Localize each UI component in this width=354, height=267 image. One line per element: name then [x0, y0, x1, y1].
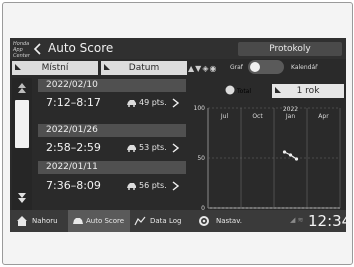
page-title: Auto Score: [48, 41, 114, 55]
score-chart: 100500Jul Oct2022Jan Apr: [194, 105, 341, 212]
car-icon: [127, 183, 136, 190]
x-tick-label: 2022: [283, 106, 298, 113]
nav-home[interactable]: Nahoru: [10, 210, 66, 232]
clock: 12:34: [308, 212, 346, 230]
sort-date-button[interactable]: Datum: [101, 61, 187, 75]
car-icon: [73, 218, 83, 224]
x-tick-label: Jul: [220, 113, 229, 120]
entry-points: 53 pts.: [139, 143, 167, 152]
score-point: [288, 153, 293, 157]
entry-points: 56 pts.: [139, 181, 167, 190]
home-icon: [17, 216, 27, 226]
list-item[interactable]: 2:58–2:59 53 pts.: [38, 139, 186, 157]
x-tick-label: Jan: [285, 113, 295, 120]
y-tick-label: 50: [197, 155, 205, 162]
signal-wifi-icons: ◢ ≋: [290, 216, 304, 224]
entry-time: 2:58–2:59: [46, 141, 101, 154]
total-legend: Total: [225, 85, 251, 95]
entry-time: 7:36–8:09: [46, 179, 101, 192]
list-item[interactable]: 7:36–8:09 56 pts.: [38, 177, 186, 195]
sort-local-label: Místní: [41, 63, 69, 73]
score-point: [282, 150, 287, 154]
list-date-header: 2022/01/11: [38, 161, 186, 174]
x-tick-label: Apr: [318, 113, 329, 120]
range-label: 1 rok: [296, 86, 320, 96]
datalog-icon: [134, 216, 146, 226]
y-tick-label: 100: [194, 105, 206, 112]
list-scrollbar[interactable]: [12, 78, 32, 226]
nav-settings-label: Nastav.: [216, 217, 243, 225]
list-item[interactable]: 7:12–8:17 49 pts.: [38, 94, 186, 112]
chevron-left-icon[interactable]: [32, 42, 44, 56]
device-frame: Honda App Center Auto Score Protokoly Mí…: [2, 2, 353, 265]
chevron-right-icon[interactable]: [172, 181, 179, 191]
header-bar: Honda App Center Auto Score Protokoly: [10, 38, 346, 59]
nav-datalog[interactable]: Data Log: [132, 210, 190, 232]
screen: Honda App Center Auto Score Protokoly Mí…: [10, 38, 346, 232]
toggle-knob[interactable]: [250, 62, 260, 72]
entry-time: 7:12–8:17: [46, 96, 101, 109]
total-label: Total: [236, 88, 251, 95]
scroll-thumb[interactable]: [15, 100, 29, 148]
total-dot-icon: [225, 85, 235, 95]
nav-settings[interactable]: Nastav.: [194, 210, 254, 232]
range-selector[interactable]: 1 rok: [272, 84, 344, 98]
x-tick-label: Oct: [252, 113, 263, 120]
list-date-header: 2022/02/10: [38, 79, 186, 92]
corner-arrow-icon: [275, 87, 281, 93]
chevron-right-icon[interactable]: [172, 98, 179, 108]
chevron-right-icon[interactable]: [172, 143, 179, 153]
graph-toggle-label: Graf: [230, 64, 243, 71]
list-date-header: 2022/01/26: [38, 124, 186, 137]
brand-logo: Honda App Center: [13, 41, 30, 59]
sort-date-label: Datum: [128, 63, 160, 73]
nav-home-label: Nahoru: [32, 217, 58, 225]
wifi-icon: ≋: [297, 216, 304, 224]
gear-icon: [199, 216, 209, 226]
bottom-nav: Nahoru Auto Score Data Log Nastav. ◢ ≋ 1…: [10, 210, 346, 232]
score-point: [294, 157, 299, 161]
nav-autoscore-label: Auto Score: [86, 217, 125, 225]
entry-points: 49 pts.: [139, 98, 167, 107]
nav-datalog-label: Data Log: [150, 217, 182, 225]
car-icon: [127, 100, 136, 107]
score-category-icons: ▲▼◈◉: [188, 64, 217, 73]
car-icon: [127, 145, 136, 152]
scroll-up-icon[interactable]: [17, 82, 27, 94]
calendar-toggle-label: Kalendář: [291, 64, 318, 71]
protokoly-button[interactable]: Protokoly: [238, 42, 342, 56]
sort-local-button[interactable]: Místní: [12, 61, 98, 75]
scroll-down-icon[interactable]: [17, 192, 27, 204]
signal-icon: ◢: [290, 216, 296, 224]
nav-autoscore[interactable]: Auto Score: [68, 210, 130, 232]
graph-calendar-toggle[interactable]: [248, 60, 284, 74]
eco-icon: ◉: [209, 64, 218, 73]
